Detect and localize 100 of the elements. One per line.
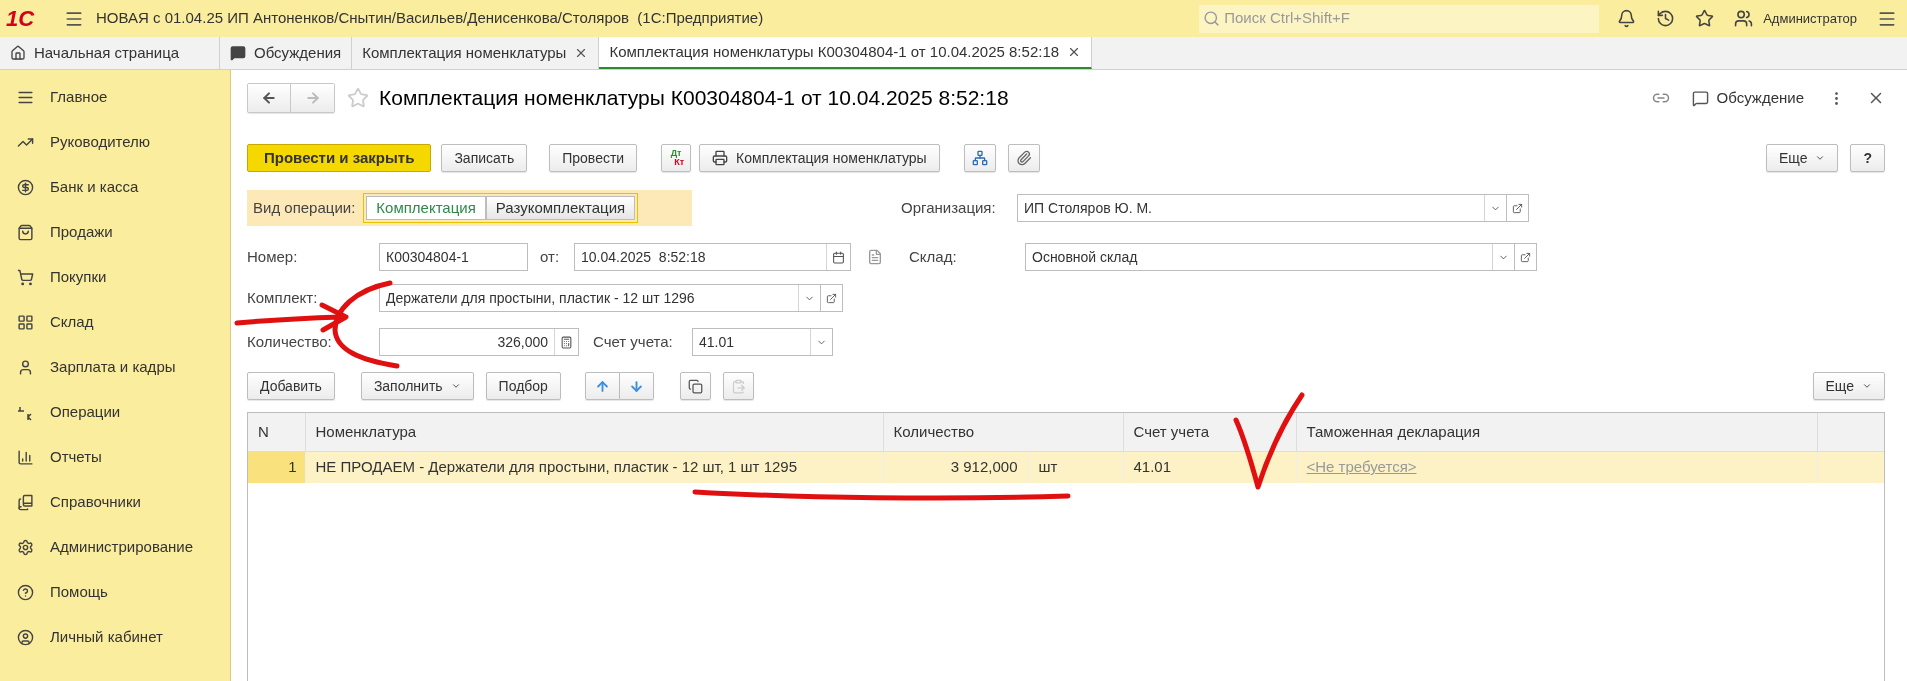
table-more-button[interactable]: Еще [1812, 372, 1885, 400]
help-button[interactable]: ? [1850, 144, 1885, 172]
field-label: от: [540, 246, 561, 267]
favorite-star-icon[interactable] [347, 87, 369, 109]
open-icon [1520, 251, 1531, 263]
column-header[interactable]: Количество [883, 413, 1123, 451]
tab-label: Обсуждения [254, 42, 342, 63]
date-field[interactable]: 10.04.2025 8:52:18 [574, 243, 851, 271]
calculator-icon[interactable] [560, 335, 573, 349]
kit-field[interactable]: Держатели для простыни, пластик - 12 шт 1296 [379, 284, 821, 312]
search-icon [1203, 10, 1221, 27]
save-button[interactable]: Записать [441, 144, 528, 172]
field-label: Номер: [247, 246, 299, 267]
tab-label: Комплектация номенклатуры К00304804-1 от 10.04.2025 8:52:18 [609, 41, 1060, 62]
chat-icon [1691, 89, 1709, 107]
open-button[interactable] [1507, 194, 1529, 222]
operation-toggle[interactable]: Разукомплектация [485, 196, 636, 220]
comment-icon[interactable] [867, 249, 883, 265]
logo: 1С [6, 5, 36, 33]
print-button[interactable]: Комплектация номенклатуры [699, 144, 940, 172]
organization-field[interactable]: ИП Столяров Ю. М. [1017, 194, 1507, 222]
sidebar-item[interactable]: Продажи [0, 210, 230, 255]
caret-icon [1815, 153, 1826, 163]
paste-icon [730, 378, 746, 394]
sidebar-item[interactable]: Склад [0, 300, 230, 345]
arrow-left-icon [261, 90, 277, 106]
chart-icon [16, 449, 34, 466]
column-header[interactable]: Таможенная декларация [1296, 413, 1817, 451]
sidebar-item[interactable]: Зарплата и кадры [0, 345, 230, 390]
attach-button[interactable] [1007, 144, 1040, 172]
history-icon[interactable] [1656, 9, 1676, 28]
star-icon[interactable] [1695, 9, 1715, 28]
calendar-icon[interactable] [832, 250, 845, 264]
column-header[interactable]: Номенклатура [305, 413, 883, 451]
post-button[interactable]: Провести [549, 144, 638, 172]
help-icon [16, 584, 34, 601]
sidebar-item[interactable]: Банк и касса [0, 165, 230, 210]
search-input[interactable]: Поиск Ctrl+Shift+F [1224, 7, 1596, 30]
arrow-right-icon [304, 90, 321, 106]
fill-button[interactable]: Заполнить [360, 372, 474, 400]
home-icon [10, 45, 26, 61]
add-button[interactable]: Добавить [247, 372, 335, 400]
field-label: Склад: [909, 246, 958, 267]
move-down-button[interactable] [619, 372, 654, 400]
sidebar-item[interactable]: Справочники [0, 480, 230, 525]
sidebar-item[interactable]: Помощь [0, 570, 230, 615]
coin-icon [16, 179, 34, 196]
caret-icon [1862, 381, 1872, 391]
account-field[interactable]: 41.01 [692, 328, 833, 356]
sidebar-item[interactable]: Личный кабинет [0, 615, 230, 660]
quantity-field[interactable]: 326,000 [379, 328, 579, 356]
sidebar-item[interactable]: Руководителю [0, 120, 230, 165]
field-label: Счет учета: [593, 331, 674, 352]
bag-icon [16, 224, 34, 241]
sidebar-item[interactable]: Отчеты [0, 435, 230, 480]
field-label: Комплект: [247, 287, 319, 308]
open-button[interactable] [1515, 243, 1537, 271]
structure-button[interactable] [963, 144, 996, 172]
table-cell [1817, 451, 1884, 483]
tab[interactable]: Обсуждения [220, 37, 353, 69]
move-up-button[interactable] [584, 372, 620, 400]
table-row[interactable]: 1 НЕ ПРОДАЕМ - Держатели для простыни, пластик - 12 шт, 1 шт 1295 3 912,000 шт 41.01 <Не требуется> [248, 451, 1884, 483]
sidebar-item[interactable]: Администрирование [0, 525, 230, 570]
field-label: Количество: [247, 331, 333, 352]
user-name[interactable]: Администратор [1763, 8, 1857, 29]
open-icon [1512, 202, 1523, 214]
chat-icon [230, 45, 246, 61]
tab-label: Комплектация номенклатуры [362, 42, 567, 63]
open-button[interactable] [821, 284, 843, 312]
operation-toggle[interactable]: Комплектация [366, 196, 486, 220]
column-header[interactable]: Счет учета [1123, 413, 1296, 451]
more-button[interactable]: Еще [1765, 144, 1839, 172]
number-field[interactable]: К00304804-1 [379, 243, 528, 271]
users-icon[interactable] [1734, 9, 1754, 28]
table-cell: 3 912,000 [883, 451, 1028, 483]
cart-icon [16, 269, 34, 286]
sidebar-item[interactable]: Операции [0, 390, 230, 435]
post-and-close-button[interactable]: Провести и закрыть [247, 144, 432, 172]
field-label: Организация: [901, 197, 997, 218]
search-field[interactable]: Поиск Ctrl+Shift+F [1199, 4, 1600, 33]
discussion-link[interactable]: Обсуждение [1691, 86, 1804, 110]
tab[interactable]: Начальная страница [0, 37, 220, 69]
sidebar-item[interactable]: Главное [0, 75, 230, 120]
tab-label: Начальная страница [34, 42, 180, 63]
bell-icon[interactable] [1617, 9, 1637, 28]
table-cell: шт [1028, 451, 1123, 483]
column-header[interactable]: N [248, 413, 305, 451]
sidebar-item[interactable]: Покупки [0, 255, 230, 300]
printer-icon [712, 150, 729, 166]
gear-icon [16, 539, 34, 556]
tab[interactable]: Комплектация номенклатуры К00304804-1 от 10.04.2025 8:52:18 [599, 37, 1093, 69]
table-cell: НЕ ПРОДАЕМ - Держатели для простыни, пластик - 12 шт, 1 шт 1295 [305, 451, 883, 483]
warehouse-field[interactable]: Основной склад [1025, 243, 1515, 271]
dt-kt-button[interactable]: Дт Кт [661, 144, 692, 172]
copy-button[interactable] [679, 372, 711, 400]
field-label: Вид операции: [253, 197, 356, 218]
books-icon [16, 494, 34, 511]
pick-button[interactable]: Подбор [485, 372, 561, 400]
back-button[interactable] [248, 84, 291, 112]
window-title: НОВАЯ с 01.04.25 ИП Антоненков/Снытин/Васильев/Денисенкова/Столяров (1С:Предприятие) [96, 8, 764, 29]
